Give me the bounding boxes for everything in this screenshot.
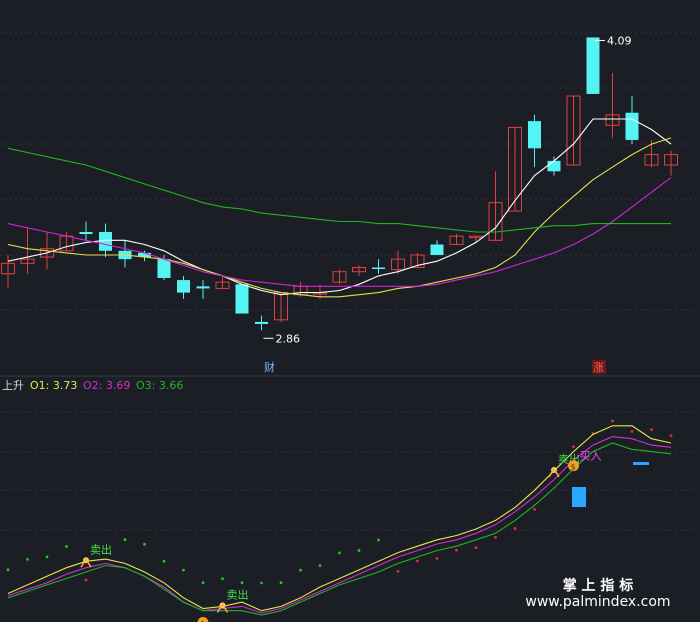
red-dot <box>669 434 673 438</box>
candle-body-down <box>157 259 171 278</box>
green-dot <box>123 538 127 542</box>
green-dot <box>260 581 263 585</box>
candle-body-down <box>430 244 444 255</box>
red-dot <box>650 428 653 431</box>
candle-body-down <box>196 286 210 289</box>
red-dot <box>630 430 634 433</box>
candle-body-down <box>586 37 600 94</box>
green-dot <box>143 542 146 546</box>
cai-marker: 财 <box>264 360 275 374</box>
candle-body-down <box>547 160 561 172</box>
candlestick-chart: 4.092.86财涨 卖出$卖出卖出$买入 上升 O1: 3.73 O2: 3.… <box>0 0 700 622</box>
indicator-title: 上升 <box>2 379 24 392</box>
green-dot <box>357 549 361 552</box>
green-dot <box>182 568 185 572</box>
zhang-marker: 涨 <box>593 361 604 374</box>
green-dot <box>279 581 283 585</box>
candle-body-down <box>255 321 268 324</box>
green-dot <box>65 545 68 548</box>
candle-body-down <box>99 231 112 251</box>
candle-body-down <box>625 112 639 140</box>
red-dot <box>84 578 88 582</box>
indicator-bar <box>633 462 649 465</box>
legend-o1: O1: 3.73 <box>30 379 77 392</box>
candle-body-down <box>79 231 93 235</box>
green-dot <box>26 557 29 561</box>
red-dot <box>611 419 614 423</box>
watermark-url: www.palmindex.com <box>525 594 670 610</box>
red-dot <box>396 570 400 573</box>
green-dot <box>338 551 341 555</box>
candle-body-down <box>528 121 541 149</box>
green-dot <box>45 555 49 559</box>
candle-body-down <box>235 284 249 314</box>
green-dot <box>6 568 10 572</box>
buy-signal-dollar: $ <box>571 463 576 472</box>
legend-o3: O3: 3.66 <box>136 379 183 392</box>
red-dot <box>513 527 517 530</box>
low-value-label: 2.86 <box>276 332 301 345</box>
candle-body-down <box>372 267 385 270</box>
red-dot <box>474 546 478 550</box>
green-dot <box>201 581 205 585</box>
green-dot <box>377 538 380 542</box>
legend-o2: O2: 3.69 <box>83 379 130 392</box>
green-dot <box>240 581 244 585</box>
watermark-title: 掌 上 指 标 <box>563 577 634 594</box>
red-dot <box>494 535 497 539</box>
green-dot <box>221 577 224 581</box>
red-dot <box>435 557 439 560</box>
sell-signal-label: 卖出 <box>90 542 112 556</box>
buy-signal-label: 买入 <box>580 450 602 463</box>
green-dot <box>162 559 166 563</box>
red-dot <box>455 548 458 552</box>
red-dot <box>533 507 536 511</box>
sell-signal-label: 卖出 <box>227 587 249 601</box>
red-dot <box>572 445 575 449</box>
high-value-label: 4.09 <box>607 34 632 47</box>
red-dot <box>416 559 419 563</box>
indicator-bar <box>572 487 586 507</box>
green-dot <box>318 564 322 567</box>
candle-body-down <box>177 280 190 293</box>
green-dot <box>299 568 302 572</box>
